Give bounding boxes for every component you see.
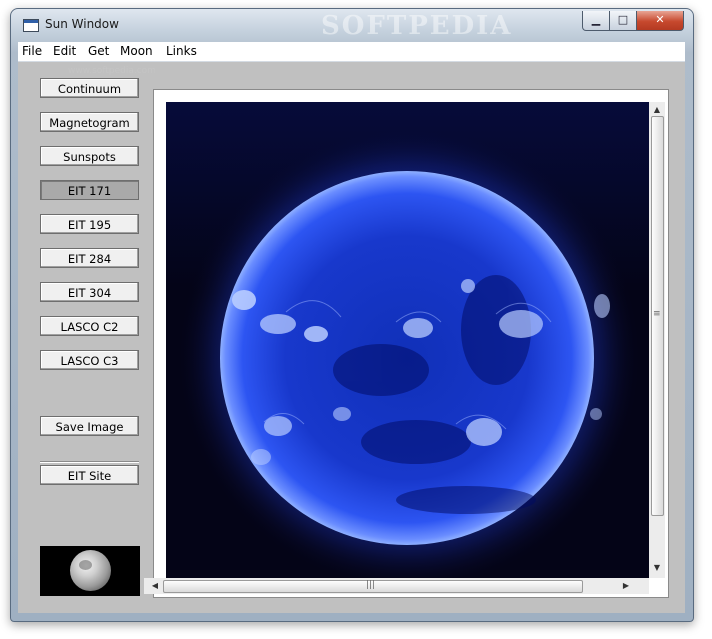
moon-image [70, 550, 111, 591]
moon-thumbnail[interactable] [40, 546, 140, 596]
scroll-down-icon[interactable]: ▼ [649, 560, 665, 576]
scroll-left-icon[interactable]: ◀ [147, 578, 163, 594]
client-area: Continuum Magnetogram Sunspots EIT 171 E… [18, 62, 685, 613]
softpedia-watermark: SOFTPEDIA [321, 11, 513, 41]
minimize-button[interactable]: ▁ [582, 11, 610, 31]
softpedia-url-watermark: www.softpedia.com [68, 66, 156, 76]
eit-284-button[interactable]: EIT 284 [40, 248, 139, 268]
menu-file[interactable]: File [22, 44, 42, 58]
app-window-icon[interactable] [23, 19, 39, 32]
window-title: Sun Window [45, 17, 119, 31]
sidebar-divider [40, 461, 139, 463]
horizontal-grip-icon: ||| [366, 580, 376, 590]
vertical-scrollbar[interactable]: ▲ ≡ ▼ [649, 102, 665, 578]
menu-bar: File Edit Get Moon Links [18, 42, 685, 62]
save-image-button[interactable]: Save Image [40, 416, 139, 436]
vertical-scroll-thumb[interactable]: ≡ [651, 116, 664, 516]
magnetogram-button[interactable]: Magnetogram [40, 112, 139, 132]
image-viewer: ▲ ≡ ▼ ◀ ||| ▶ [144, 89, 669, 598]
eit-304-button[interactable]: EIT 304 [40, 282, 139, 302]
sun-image [166, 102, 649, 578]
menu-edit[interactable]: Edit [53, 44, 76, 58]
scroll-right-icon[interactable]: ▶ [618, 578, 634, 594]
eit-site-button[interactable]: EIT Site [40, 465, 139, 485]
menu-moon[interactable]: Moon [120, 44, 153, 58]
sunspots-button[interactable]: Sunspots [40, 146, 139, 166]
maximize-button[interactable]: □ [609, 11, 637, 31]
vertical-grip-icon: ≡ [653, 309, 661, 319]
lasco-c3-button[interactable]: LASCO C3 [40, 350, 139, 370]
horizontal-scroll-thumb[interactable]: ||| [163, 580, 583, 593]
menu-get[interactable]: Get [88, 44, 109, 58]
close-button[interactable]: ✕ [636, 11, 684, 31]
title-bar[interactable]: Sun Window SOFTPEDIA ▁ □ ✕ [11, 9, 693, 41]
sun-window: Sun Window SOFTPEDIA ▁ □ ✕ File Edit Get… [10, 8, 694, 622]
eit-171-button[interactable]: EIT 171 [40, 180, 139, 200]
lasco-c2-button[interactable]: LASCO C2 [40, 316, 139, 336]
continuum-button[interactable]: Continuum [40, 78, 139, 98]
horizontal-scrollbar[interactable]: ◀ ||| ▶ [144, 578, 649, 594]
menu-links[interactable]: Links [166, 44, 197, 58]
sun-disk-graphic [179, 128, 639, 578]
eit-195-button[interactable]: EIT 195 [40, 214, 139, 234]
